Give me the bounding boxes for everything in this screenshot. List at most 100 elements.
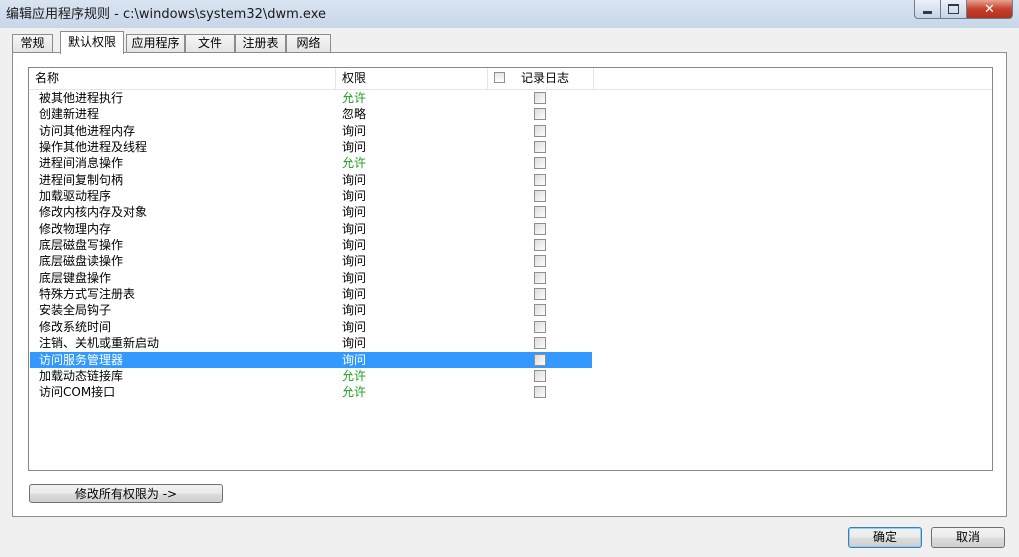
list-item[interactable]: 进程间消息操作 允许	[29, 155, 992, 171]
permission-value[interactable]: 询问	[342, 123, 366, 139]
list-item[interactable]: 进程间复制句柄 询问	[29, 172, 992, 188]
cancel-button[interactable]: 取消	[931, 527, 1005, 548]
permission-name: 修改内核内存及对象	[39, 205, 148, 220]
log-checkbox[interactable]	[534, 157, 546, 170]
list-item[interactable]: 安装全局钩子 询问	[29, 302, 992, 318]
permission-value[interactable]: 询问	[342, 286, 366, 302]
column-header-log[interactable]: 记录日志	[488, 68, 594, 89]
log-checkbox[interactable]	[534, 255, 546, 268]
list-item[interactable]: 底层键盘操作 询问	[29, 270, 992, 286]
tab-registry[interactable]: 注册表	[235, 34, 286, 53]
list-item[interactable]: 被其他进程执行 允许	[29, 90, 992, 106]
permission-name: 底层磁盘写操作	[39, 238, 124, 253]
list-item[interactable]: 修改内核内存及对象 询问	[29, 204, 992, 220]
minimize-icon	[923, 10, 932, 14]
tab-files[interactable]: 文件	[185, 34, 235, 53]
column-header-permission[interactable]: 权限	[336, 68, 488, 89]
permission-name: 底层磁盘读操作	[39, 254, 124, 269]
permission-value[interactable]: 允许	[342, 155, 366, 171]
list-item[interactable]: 底层磁盘读操作 询问	[29, 253, 992, 269]
list-item[interactable]: 访问COM接口 允许	[29, 384, 992, 400]
maximize-icon	[948, 4, 959, 14]
column-header-name[interactable]: 名称	[29, 68, 336, 89]
log-checkbox[interactable]	[534, 337, 546, 350]
tab-page-default-permissions: 名称 权限 记录日志 被其他进程执行 允许 创建新进程 忽略 访问其他进程内存 询问 操作其…	[12, 52, 1007, 517]
permission-name: 特殊方式写注册表	[39, 287, 136, 302]
permission-name: 加载动态链接库	[39, 368, 124, 383]
log-checkbox[interactable]	[534, 173, 546, 186]
list-item[interactable]: 修改物理内存 询问	[29, 221, 992, 237]
list-item[interactable]: 创建新进程 忽略	[29, 106, 992, 122]
log-checkbox[interactable]	[534, 369, 546, 382]
list-item[interactable]: 特殊方式写注册表 询问	[29, 286, 992, 302]
title-bar: 编辑应用程序规则 - c:\windows\system32\dwm.exe ✕	[0, 0, 1019, 28]
permission-value[interactable]: 询问	[342, 172, 366, 188]
log-checkbox[interactable]	[534, 124, 546, 137]
close-button[interactable]: ✕	[967, 0, 1013, 19]
permission-value[interactable]: 允许	[342, 384, 366, 400]
permission-name: 访问其他进程内存	[39, 123, 136, 138]
log-checkbox[interactable]	[534, 222, 546, 235]
permission-name: 修改系统时间	[39, 319, 112, 334]
permission-name: 进程间消息操作	[39, 156, 124, 171]
permission-value[interactable]: 询问	[342, 335, 366, 351]
list-item[interactable]: 底层磁盘写操作 询问	[29, 237, 992, 253]
list-item[interactable]: 访问其他进程内存 询问	[29, 123, 992, 139]
permissions-list[interactable]: 名称 权限 记录日志 被其他进程执行 允许 创建新进程 忽略 访问其他进程内存 询问 操作其…	[28, 67, 993, 471]
log-checkbox[interactable]	[534, 353, 546, 366]
list-item[interactable]: 加载动态链接库 允许	[29, 368, 992, 384]
maximize-button[interactable]	[941, 0, 967, 19]
tab-general[interactable]: 常规	[12, 34, 53, 53]
permission-name: 操作其他进程及线程	[39, 140, 148, 155]
column-header-log-label: 记录日志	[521, 71, 570, 85]
log-checkbox[interactable]	[534, 141, 546, 154]
log-checkbox[interactable]	[534, 108, 546, 121]
list-rows: 被其他进程执行 允许 创建新进程 忽略 访问其他进程内存 询问 操作其他进程及线程 询问 进程间…	[29, 90, 992, 401]
permission-name: 进程间复制句柄	[39, 172, 124, 187]
log-checkbox[interactable]	[534, 386, 546, 399]
permission-value[interactable]: 询问	[342, 237, 366, 253]
tab-default-permissions[interactable]: 默认权限	[60, 31, 124, 54]
tab-network[interactable]: 网络	[286, 34, 331, 53]
permission-value[interactable]: 忽略	[342, 106, 366, 122]
permission-value[interactable]: 允许	[342, 90, 366, 106]
log-checkbox[interactable]	[534, 206, 546, 219]
permission-value[interactable]: 询问	[342, 253, 366, 269]
list-item[interactable]: 访问服务管理器 询问	[29, 351, 992, 368]
log-checkbox[interactable]	[534, 320, 546, 333]
list-item[interactable]: 加载驱动程序 询问	[29, 188, 992, 204]
permission-name: 创建新进程	[39, 107, 100, 122]
permission-name: 修改物理内存	[39, 221, 112, 236]
log-checkbox[interactable]	[534, 271, 546, 284]
permission-value[interactable]: 询问	[342, 302, 366, 318]
list-item[interactable]: 操作其他进程及线程 询问	[29, 139, 992, 155]
log-checkbox[interactable]	[534, 92, 546, 104]
permission-value[interactable]: 询问	[342, 352, 366, 368]
log-checkbox[interactable]	[534, 239, 546, 252]
permission-value[interactable]: 询问	[342, 319, 366, 335]
permission-name: 注销、关机或重新启动	[39, 336, 160, 351]
permission-value[interactable]: 询问	[342, 270, 366, 286]
modify-all-permissions-button[interactable]: 修改所有权限为 ->	[29, 484, 223, 503]
close-icon: ✕	[984, 1, 995, 17]
log-all-checkbox[interactable]	[494, 72, 505, 83]
window-controls: ✕	[914, 0, 1013, 20]
permission-value[interactable]: 允许	[342, 368, 366, 384]
permission-value[interactable]: 询问	[342, 139, 366, 155]
ok-button[interactable]: 确定	[848, 527, 922, 548]
permission-name: 加载驱动程序	[39, 189, 112, 204]
permission-value[interactable]: 询问	[342, 221, 366, 237]
list-item[interactable]: 修改系统时间 询问	[29, 319, 992, 335]
list-header: 名称 权限 记录日志	[29, 68, 992, 90]
permission-name: 底层键盘操作	[39, 270, 112, 285]
tab-applications[interactable]: 应用程序	[126, 34, 185, 53]
log-checkbox[interactable]	[534, 190, 546, 203]
window-title: 编辑应用程序规则 - c:\windows\system32\dwm.exe	[6, 7, 326, 22]
minimize-button[interactable]	[914, 0, 941, 19]
permission-name: 安装全局钩子	[39, 303, 112, 318]
log-checkbox[interactable]	[534, 304, 546, 317]
permission-value[interactable]: 询问	[342, 204, 366, 220]
list-item[interactable]: 注销、关机或重新启动 询问	[29, 335, 992, 351]
permission-value[interactable]: 询问	[342, 188, 366, 204]
log-checkbox[interactable]	[534, 288, 546, 301]
